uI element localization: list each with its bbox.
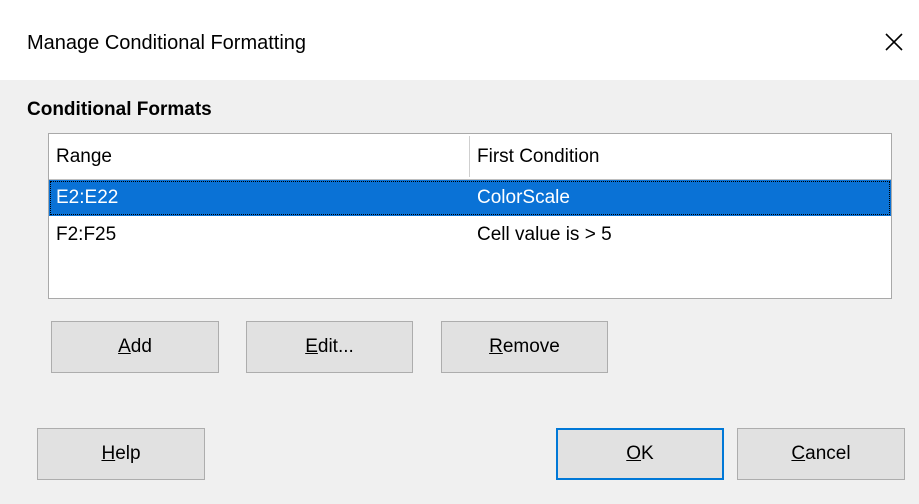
ok-button-label: OK bbox=[626, 443, 654, 464]
edit-button[interactable]: Edit... bbox=[246, 321, 413, 373]
cell-first-condition: ColorScale bbox=[477, 187, 570, 208]
dialog-title: Manage Conditional Formatting bbox=[27, 32, 307, 54]
add-button-label: Add bbox=[118, 336, 152, 357]
remove-button[interactable]: Remove bbox=[441, 321, 608, 373]
help-button[interactable]: Help bbox=[37, 428, 205, 480]
cell-first-condition: Cell value is > 5 bbox=[477, 224, 612, 245]
cell-range: F2:F25 bbox=[56, 224, 117, 245]
ok-button[interactable]: OK bbox=[556, 428, 724, 480]
conditional-formats-label: Conditional Formats bbox=[27, 99, 212, 120]
close-icon[interactable] bbox=[880, 28, 908, 56]
cancel-button-label: Cancel bbox=[791, 443, 851, 464]
conditional-formats-list[interactable]: Range First Condition E2:E22 ColorScale … bbox=[48, 133, 892, 299]
cancel-button[interactable]: Cancel bbox=[737, 428, 905, 480]
remove-button-label: Remove bbox=[489, 336, 560, 357]
help-button-label: Help bbox=[101, 443, 141, 464]
title-bar: Manage Conditional Formatting bbox=[0, 0, 919, 80]
cell-range: E2:E22 bbox=[56, 187, 119, 208]
column-header-first-condition[interactable]: First Condition bbox=[470, 134, 891, 179]
table-row[interactable]: F2:F25 Cell value is > 5 bbox=[49, 217, 891, 253]
add-button[interactable]: Add bbox=[51, 321, 219, 373]
manage-conditional-formatting-dialog: Manage Conditional Formatting Conditiona… bbox=[0, 0, 919, 504]
edit-button-label: Edit... bbox=[305, 336, 354, 357]
table-row[interactable]: E2:E22 ColorScale bbox=[49, 180, 891, 216]
list-header: Range First Condition bbox=[49, 134, 891, 180]
column-header-range[interactable]: Range bbox=[49, 134, 469, 179]
